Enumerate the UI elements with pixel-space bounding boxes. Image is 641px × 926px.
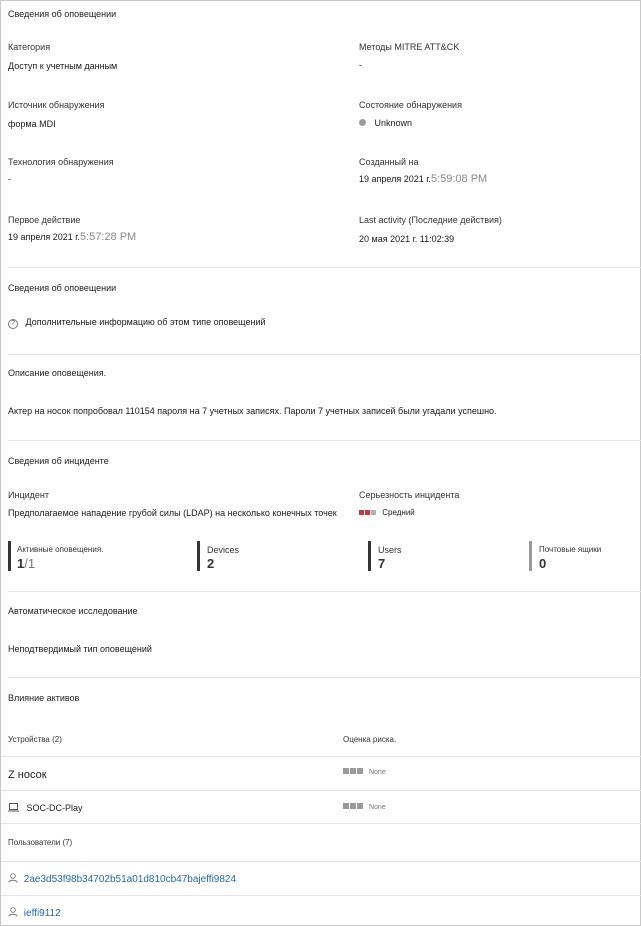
risk-cell: None	[343, 803, 386, 811]
user-icon	[8, 907, 18, 917]
risk-value: None	[368, 804, 386, 811]
stat-bar	[8, 541, 11, 571]
first-activity-time: 5:57:28 PM	[79, 231, 137, 243]
user-row[interactable]: ieffi9112	[8, 907, 61, 919]
stat-label-mailboxes: Почтовые ящики	[539, 545, 602, 554]
stat-value-mailboxes: 0	[539, 556, 547, 571]
user-link[interactable]: ieffi9112	[24, 908, 61, 919]
first-activity-label: Первое действие	[8, 215, 81, 225]
more-info-link[interactable]: ? Дополнительные информацию об этом типе…	[8, 317, 266, 329]
tech-label: Технология обнаружения	[8, 157, 114, 167]
first-activity-row: 19 апреля 2021 г.5:57:28 PM	[8, 231, 136, 243]
category-label: Категория	[8, 42, 51, 52]
mitre-value: -	[359, 60, 362, 70]
incident-label: Инцидент	[8, 490, 49, 500]
first-activity-date: 19 апреля 2021 г.	[8, 232, 80, 242]
user-link[interactable]: 2ae3d53f98b34702b51a01d810cb47bajeffi982…	[24, 874, 236, 885]
risk-bar-icon	[350, 803, 356, 809]
divider	[1, 895, 641, 896]
risk-cell: None	[343, 768, 386, 776]
risk-bar-icon	[343, 768, 349, 774]
created-date: 19 апреля 2021 г.	[359, 174, 431, 184]
risk-value: None	[368, 769, 386, 776]
description-text: Актер на носок попробовал 110154 пароля …	[8, 406, 497, 416]
divider	[1, 861, 641, 862]
device-row-2[interactable]: SOC-DC-Play	[8, 803, 83, 813]
stat-value-users: 7	[378, 556, 386, 571]
risk-bar-icon	[357, 768, 363, 774]
source-value: форма MDI	[8, 119, 56, 129]
severity-bar-icon	[365, 510, 370, 515]
devices-header: Устройства (2)	[8, 735, 62, 744]
risk-bar-icon	[357, 803, 363, 809]
state-row: Unknown	[359, 118, 412, 128]
device-row-1[interactable]: Z носок	[8, 769, 47, 781]
divider	[1, 756, 641, 757]
alert-info-title: Сведения об оповещении	[8, 283, 117, 293]
severity-bar-icon	[359, 510, 364, 515]
incident-value[interactable]: Предполагаемое нападение грубой силы (LD…	[8, 508, 337, 518]
description-title: Описание оповещения.	[8, 368, 107, 378]
divider	[8, 677, 641, 678]
more-info-text: Дополнительные информацию об этом типе о…	[25, 317, 266, 327]
stat-label-users: Users	[378, 545, 402, 555]
severity-bar-icon	[371, 510, 376, 515]
mitre-label: Методы MITRE ATT&CK	[359, 42, 460, 52]
created-label: Созданный на	[359, 157, 419, 167]
user-row[interactable]: 2ae3d53f98b34702b51a01d810cb47bajeffi982…	[8, 873, 236, 885]
category-value: Доступ к учетным данным	[8, 61, 118, 71]
auto-investigation-text: Неподтвердимый тип оповещений	[8, 644, 152, 654]
stat-bar	[197, 541, 200, 571]
created-row: 19 апреля 2021 г.5:59:08 PM	[359, 173, 487, 185]
severity-row: Средний	[359, 508, 415, 517]
auto-investigation-title: Автоматическое исследование	[8, 606, 138, 616]
risk-header: Оценка риска.	[343, 735, 397, 744]
state-value: Unknown	[374, 118, 413, 128]
user-icon	[8, 873, 18, 883]
last-activity-value: 20 мая 2021 г. 11:02:39	[359, 234, 455, 244]
stat-label-devices: Devices	[207, 545, 240, 555]
stat-bar	[368, 541, 371, 571]
incident-title: Сведения об инциденте	[8, 456, 109, 466]
divider	[8, 354, 641, 355]
stat-label-alerts: Активные оповещения.	[17, 545, 104, 554]
severity-label: Серьезность инцидента	[359, 490, 460, 500]
state-dot-icon	[359, 119, 366, 126]
laptop-icon	[8, 803, 19, 812]
source-label: Источник обнаружения	[8, 100, 105, 110]
alert-details-title: Сведения об оповещении	[8, 9, 117, 19]
created-time: 5:59:08 PM	[430, 173, 488, 185]
tech-value: -	[8, 174, 11, 184]
divider	[8, 591, 641, 592]
divider	[8, 440, 641, 441]
severity-value: Средний	[382, 508, 415, 517]
risk-bar-icon	[343, 803, 349, 809]
state-label: Состояние обнаружения	[359, 100, 462, 110]
last-activity-label: Last activity (Последние действия)	[359, 215, 502, 225]
device-name[interactable]: Z носок	[8, 769, 47, 781]
question-circle-icon: ?	[8, 319, 18, 329]
divider	[1, 790, 641, 791]
users-header: Пользователи (7)	[8, 838, 73, 847]
stat-value-alerts: 1/1	[17, 556, 36, 571]
alert-panel: Сведения об оповещении Категория Доступ …	[0, 0, 641, 926]
device-name[interactable]: SOC-DC-Play	[27, 803, 83, 813]
stat-bar	[529, 541, 532, 571]
assets-title: Влияние активов	[8, 693, 80, 703]
divider	[1, 823, 641, 824]
divider	[8, 267, 641, 268]
risk-bar-icon	[350, 768, 356, 774]
stat-value-devices: 2	[207, 556, 215, 571]
